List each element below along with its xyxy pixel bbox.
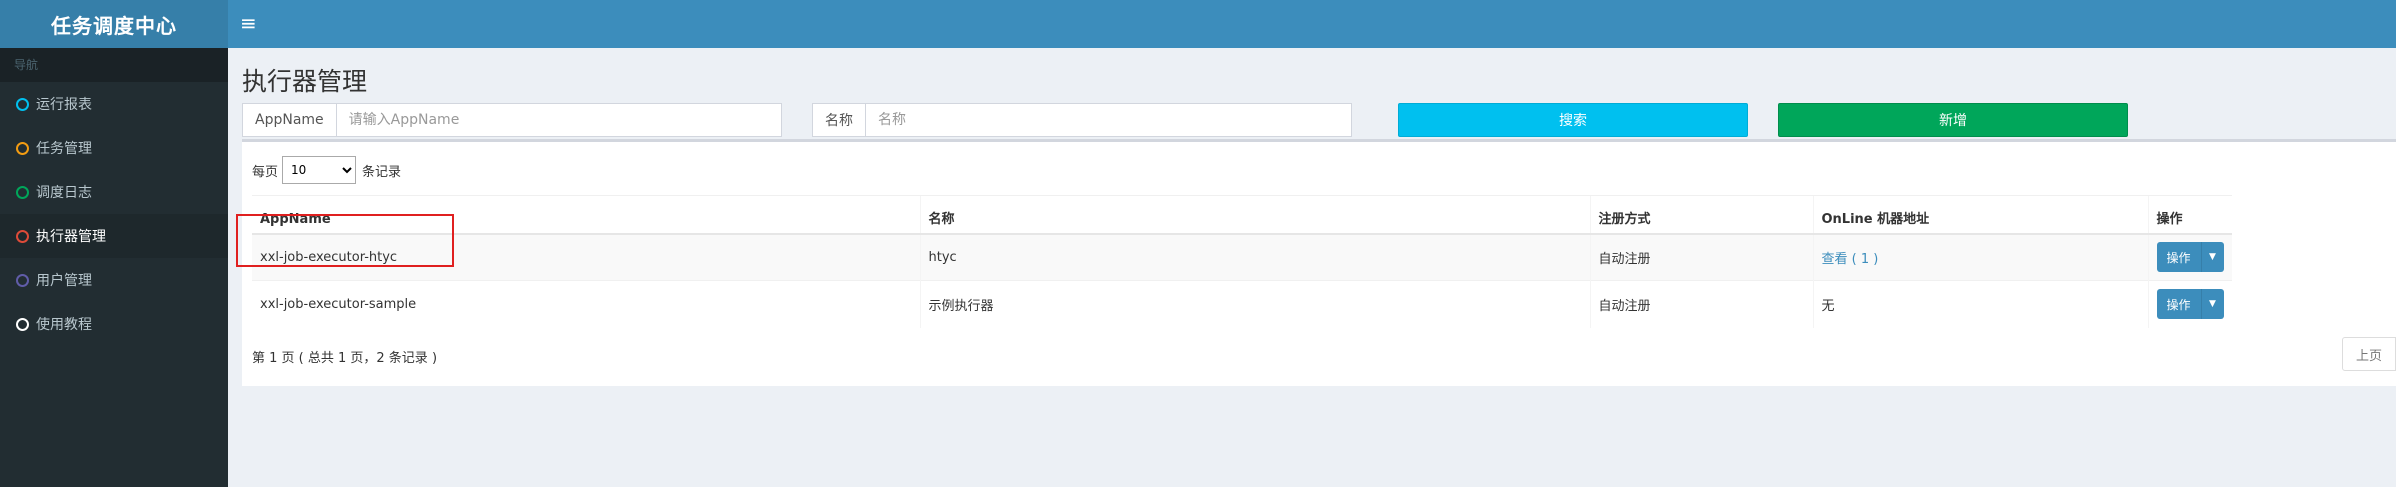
cell-registration: 自动注册 [1589, 233, 1813, 281]
column-header[interactable]: 注册方式 [1589, 195, 1813, 235]
sidebar-item-label: 执行器管理 [36, 229, 106, 245]
circle-icon [16, 229, 29, 243]
caret-down-icon[interactable]: ▼ [2201, 289, 2224, 320]
appname-label: AppName [243, 104, 337, 136]
sidebar-item-label: 运行报表 [36, 97, 92, 113]
table-info: 第 1 页 ( 总共 1 页，2 条记录 ) [252, 351, 438, 366]
circle-icon [16, 185, 29, 199]
name-input[interactable] [866, 104, 1351, 136]
name-input-group: 名称 [812, 103, 1352, 137]
cell-actions: 操作 ▼ [2147, 233, 2232, 281]
appname-input[interactable] [336, 104, 781, 136]
search-button[interactable]: 搜索 [1398, 103, 1748, 137]
length-suffix: 条记录 [362, 164, 402, 180]
column-header[interactable]: AppName [252, 195, 920, 235]
page-length-control: 每页 10 条记录 [252, 156, 401, 184]
appname-input-group: AppName [242, 103, 782, 137]
circle-icon [16, 317, 29, 331]
circle-icon [16, 273, 29, 287]
cell-actions: 操作 ▼ [2147, 280, 2232, 328]
name-label: 名称 [813, 104, 866, 136]
cell-registration: 自动注册 [1589, 280, 1813, 328]
sidebar-item-users[interactable]: 用户管理 [0, 258, 228, 302]
sidebar-item-label: 用户管理 [36, 273, 92, 289]
actions-button[interactable]: 操作 [2156, 289, 2202, 320]
cell-appname: xxl-job-executor-htyc [252, 233, 920, 281]
sidebar-item-logs[interactable]: 调度日志 [0, 170, 228, 214]
column-header[interactable]: 名称 [919, 195, 1590, 235]
cell-appname: xxl-job-executor-sample [252, 280, 920, 328]
app-logo[interactable]: 任务调度中心 [0, 0, 228, 48]
main-content: 执行器管理 AppName 名称 搜索 新增 每页 10 条记录 [228, 48, 2396, 487]
column-header[interactable]: 操作 [2147, 195, 2232, 235]
nav-header: 导航 [0, 48, 228, 82]
sidebar-item-label: 调度日志 [36, 185, 92, 201]
page-title: 执行器管理 [242, 67, 368, 96]
actions-dropdown[interactable]: 操作 ▼ [2156, 289, 2224, 320]
sidebar-item-report[interactable]: 运行报表 [0, 82, 228, 126]
cell-name: 示例执行器 [919, 280, 1590, 328]
table-row: xxl-job-executor-htyc htyc 自动注册 查看 ( 1 )… [252, 233, 2232, 281]
sidebar-item-help[interactable]: 使用教程 [0, 302, 228, 346]
search-bar: AppName 名称 搜索 新增 [242, 103, 2396, 137]
prev-page-button[interactable]: 上页 [2342, 337, 2396, 371]
sidebar: 任务调度中心 导航 运行报表 任务管理 调度日志 执行器管理 用户管理 使用教程 [0, 0, 228, 487]
sidebar-item-jobs[interactable]: 任务管理 [0, 126, 228, 170]
caret-down-icon[interactable]: ▼ [2201, 242, 2224, 273]
length-prefix: 每页 [252, 164, 279, 180]
executor-table: AppName 名称 注册方式 OnLine 机器地址 操作 xxl-job-e… [252, 195, 2232, 328]
sidebar-item-label: 使用教程 [36, 317, 92, 333]
column-header[interactable]: OnLine 机器地址 [1812, 195, 2148, 235]
table-header-row: AppName 名称 注册方式 OnLine 机器地址 操作 [252, 195, 2232, 235]
actions-dropdown[interactable]: 操作 ▼ [2156, 242, 2224, 273]
cell-online: 无 [1812, 280, 2148, 328]
circle-icon [16, 141, 29, 155]
view-online-link[interactable]: 查看 ( 1 ) [1822, 252, 1879, 267]
menu-icon[interactable]: ≡ [240, 13, 260, 33]
page-length-select[interactable]: 10 [282, 156, 357, 184]
sidebar-item-executors[interactable]: 执行器管理 [0, 214, 228, 258]
sidebar-item-label: 任务管理 [36, 141, 92, 157]
circle-icon [16, 97, 29, 111]
top-navbar: ≡ [228, 0, 2396, 48]
cell-online: 查看 ( 1 ) [1812, 233, 2148, 281]
cell-name: htyc [919, 233, 1590, 281]
actions-button[interactable]: 操作 [2156, 242, 2202, 273]
table-row: xxl-job-executor-sample 示例执行器 自动注册 无 操作 … [252, 280, 2232, 328]
executor-table-box: 每页 10 条记录 AppName 名称 注册方式 OnLine 机器地址 操作… [242, 139, 2396, 386]
add-button[interactable]: 新增 [1778, 103, 2128, 137]
